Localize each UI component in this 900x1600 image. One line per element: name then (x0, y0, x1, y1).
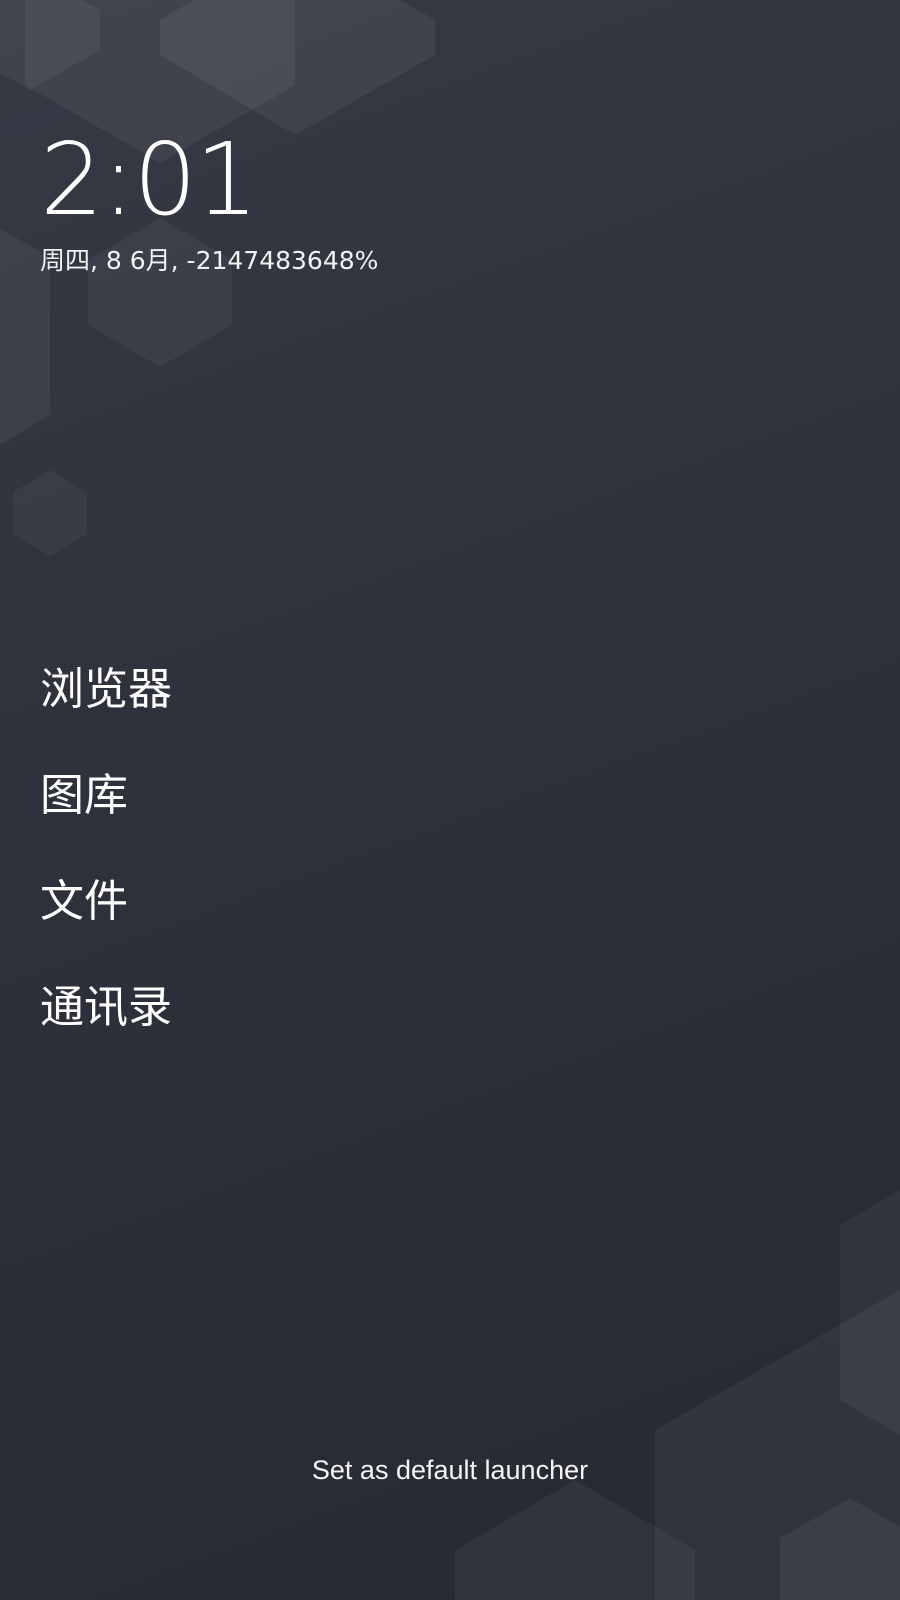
clock-date: 周四, 8 6月, -2147483648% (40, 246, 379, 275)
app-files[interactable]: 文件 (40, 872, 440, 932)
app-list: 浏览器 图库 文件 通讯录 (40, 660, 440, 1084)
app-gallery[interactable]: 图库 (40, 766, 440, 826)
clock-time: 2:01 (40, 121, 259, 238)
hexagon-shape (160, 0, 435, 135)
hexagon-shape (13, 470, 87, 556)
hexagon-shape (0, 0, 100, 90)
hexagon-shape (655, 1290, 900, 1600)
hexagon-shape (455, 1480, 695, 1600)
app-contacts[interactable]: 通讯录 (40, 978, 440, 1038)
hexagon-shape (840, 1190, 900, 1435)
clock-widget[interactable]: 2:01 周四, 8 6月, -2147483648% (40, 120, 540, 278)
app-browser[interactable]: 浏览器 (40, 660, 440, 720)
hexagon-shape (780, 1498, 900, 1600)
set-default-launcher-button[interactable]: Set as default launcher (0, 1452, 900, 1488)
